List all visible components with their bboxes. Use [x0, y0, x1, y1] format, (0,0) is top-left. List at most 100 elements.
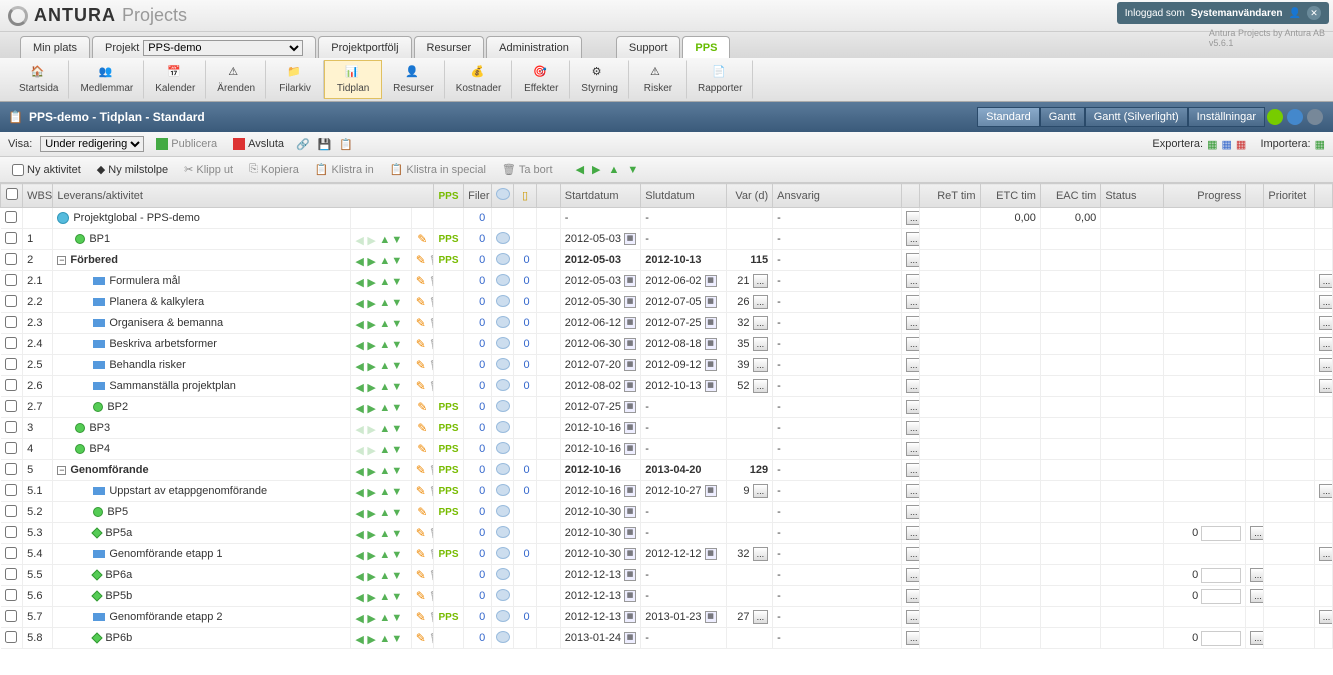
- row-files[interactable]: 0: [464, 565, 492, 586]
- pps-icon[interactable]: [1267, 109, 1283, 125]
- chat-icon[interactable]: [496, 631, 510, 643]
- trash-icon[interactable]: 🗑: [429, 528, 434, 540]
- tool-styrning[interactable]: ⚙Styrning: [570, 60, 629, 99]
- progress-input[interactable]: [1201, 589, 1241, 604]
- arrow-left-icon[interactable]: ◀: [355, 255, 366, 266]
- arrow-down-icon[interactable]: ▼: [391, 339, 402, 350]
- trash-icon[interactable]: 🗑: [429, 633, 434, 645]
- calendar-icon[interactable]: ▦: [624, 317, 636, 329]
- row-check[interactable]: [5, 211, 17, 223]
- chat-icon[interactable]: [496, 589, 510, 601]
- col-leverans[interactable]: Leverans/aktivitet: [53, 184, 434, 208]
- var-button[interactable]: ...: [753, 358, 769, 372]
- ansvarig-button[interactable]: ...: [906, 442, 920, 456]
- chat-icon[interactable]: [496, 253, 510, 265]
- ansvarig-button[interactable]: ...: [906, 211, 920, 225]
- calendar-icon[interactable]: ▦: [624, 380, 636, 392]
- ansvarig-button[interactable]: ...: [906, 337, 920, 351]
- row-files[interactable]: 0: [464, 607, 492, 628]
- arrow-right-icon[interactable]: ▶: [367, 444, 378, 455]
- row-name[interactable]: BP6a: [105, 569, 132, 581]
- tool-tidplan[interactable]: 📊Tidplan: [324, 60, 382, 99]
- extra-icon-1[interactable]: 🔗: [296, 138, 310, 151]
- var-button[interactable]: ...: [753, 379, 769, 393]
- arrow-down-icon[interactable]: ▼: [391, 297, 402, 308]
- row-name[interactable]: BP5: [107, 506, 128, 518]
- col-note[interactable]: ▯: [514, 184, 536, 208]
- row-check[interactable]: [5, 442, 17, 454]
- row-check[interactable]: [5, 400, 17, 412]
- ansvarig-button[interactable]: ...: [906, 589, 920, 603]
- calendar-icon[interactable]: ▦: [624, 338, 636, 350]
- tab-resurser[interactable]: Resurser: [414, 36, 485, 58]
- edit-icon[interactable]: ✎: [416, 295, 426, 309]
- arrow-down-icon[interactable]: ▼: [391, 276, 402, 287]
- row-files[interactable]: 0: [464, 439, 492, 460]
- arrow-left-icon[interactable]: ◀: [355, 402, 366, 413]
- calendar-icon[interactable]: ▦: [705, 275, 717, 287]
- row-files[interactable]: 0: [464, 418, 492, 439]
- arrow-up-icon[interactable]: ▲: [379, 360, 390, 371]
- chat-icon[interactable]: [496, 232, 510, 244]
- row-files[interactable]: 0: [464, 229, 492, 250]
- edit-icon[interactable]: ✎: [417, 505, 427, 519]
- trash-icon[interactable]: 🗑: [429, 297, 434, 309]
- row-files[interactable]: 0: [464, 376, 492, 397]
- arrow-left-icon[interactable]: ◀: [355, 318, 366, 329]
- edit-icon[interactable]: ✎: [416, 253, 426, 267]
- nav-left-icon[interactable]: ◀: [576, 163, 584, 176]
- tab-pps[interactable]: PPS: [682, 36, 730, 58]
- ansvarig-button[interactable]: ...: [906, 253, 920, 267]
- view-standard-button[interactable]: Standard: [977, 107, 1040, 127]
- arrow-right-icon[interactable]: ▶: [367, 465, 378, 476]
- arrow-up-icon[interactable]: ▲: [379, 297, 390, 308]
- row-files[interactable]: 0: [464, 355, 492, 376]
- calendar-icon[interactable]: ▦: [624, 548, 636, 560]
- calendar-icon[interactable]: ▦: [624, 506, 636, 518]
- row-files[interactable]: 0: [464, 628, 492, 649]
- arrow-right-icon[interactable]: ▶: [367, 339, 378, 350]
- progress-input[interactable]: [1201, 568, 1241, 583]
- tool-resurser2[interactable]: 👤Resurser: [382, 60, 445, 99]
- arrow-right-icon[interactable]: ▶: [367, 591, 378, 602]
- trash-icon[interactable]: 🗑: [429, 360, 434, 372]
- ansvarig-button[interactable]: ...: [906, 568, 920, 582]
- edit-icon[interactable]: ✎: [416, 337, 426, 351]
- arrow-down-icon[interactable]: ▼: [391, 549, 402, 560]
- ansvarig-button[interactable]: ...: [906, 505, 920, 519]
- calendar-icon[interactable]: ▦: [705, 317, 717, 329]
- arrow-right-icon[interactable]: ▶: [367, 633, 378, 644]
- col-eac[interactable]: EAC tim: [1040, 184, 1100, 208]
- tab-support[interactable]: Support: [616, 36, 681, 58]
- row-name[interactable]: Organisera & bemanna: [109, 317, 223, 329]
- arrow-right-icon[interactable]: ▶: [367, 570, 378, 581]
- view-gantt-button[interactable]: Gantt: [1040, 107, 1085, 127]
- row-name[interactable]: Genomförande etapp 2: [109, 611, 222, 623]
- trash-icon[interactable]: 🗑: [429, 549, 434, 561]
- collapse-icon[interactable]: −: [57, 256, 66, 265]
- close-icon[interactable]: ✕: [1307, 6, 1321, 20]
- calendar-icon[interactable]: ▦: [624, 590, 636, 602]
- row-note[interactable]: [514, 418, 536, 439]
- arrow-right-icon[interactable]: ▶: [367, 297, 378, 308]
- row-files[interactable]: 0: [464, 250, 492, 271]
- col-ret[interactable]: ReT tim: [920, 184, 980, 208]
- row-files[interactable]: 0: [464, 502, 492, 523]
- nav-down-icon[interactable]: ▼: [627, 164, 638, 176]
- nav-up-icon[interactable]: ▲: [609, 164, 620, 176]
- edit-icon[interactable]: ✎: [416, 274, 426, 288]
- ansvarig-button[interactable]: ...: [906, 526, 920, 540]
- row-files[interactable]: 0: [464, 208, 492, 229]
- col-etc[interactable]: ETC tim: [980, 184, 1040, 208]
- ansvarig-button[interactable]: ...: [906, 463, 920, 477]
- visa-select[interactable]: Under redigering: [40, 136, 144, 152]
- arrow-right-icon[interactable]: ▶: [367, 402, 378, 413]
- row-check[interactable]: [5, 589, 17, 601]
- chat-icon[interactable]: [496, 379, 510, 391]
- col-prioritet[interactable]: Prioritet: [1264, 184, 1314, 208]
- edit-icon[interactable]: ✎: [416, 484, 426, 498]
- var-button[interactable]: ...: [753, 316, 769, 330]
- arrow-right-icon[interactable]: ▶: [367, 486, 378, 497]
- row-name[interactable]: BP1: [89, 233, 110, 245]
- close-button[interactable]: Avsluta: [229, 136, 288, 152]
